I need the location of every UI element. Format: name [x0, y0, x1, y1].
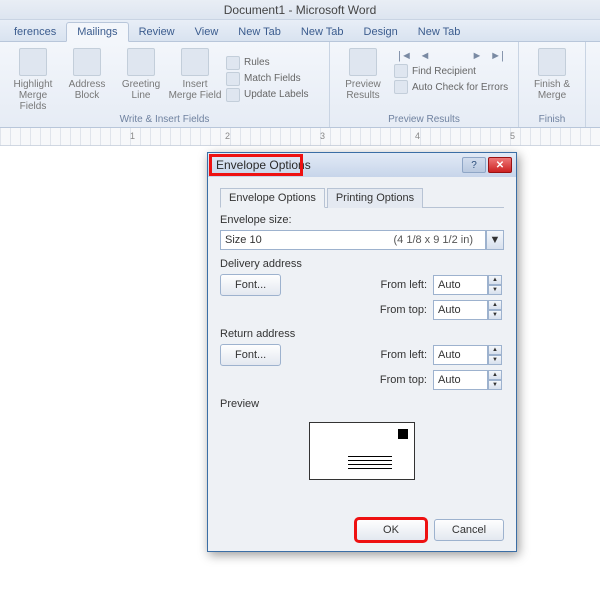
- check-icon: [394, 80, 408, 94]
- record-nav[interactable]: |◄◄►►|: [390, 44, 512, 62]
- address-block-button[interactable]: Address Block: [60, 44, 114, 113]
- return-from-top-label: From top:: [377, 374, 433, 386]
- delivery-from-top-input[interactable]: Auto: [433, 300, 488, 320]
- finish-merge-button[interactable]: Finish & Merge: [525, 44, 579, 113]
- dialog-help-button[interactable]: ?: [462, 157, 486, 173]
- rules-icon: [226, 56, 240, 70]
- match-fields-button[interactable]: Match Fields: [226, 72, 309, 86]
- tab-envelope-options[interactable]: Envelope Options: [220, 188, 325, 208]
- return-from-top-spinner[interactable]: ▲▼: [488, 370, 502, 390]
- return-from-left-label: From left:: [377, 349, 433, 361]
- envelope-size-combo[interactable]: Size 10(4 1/8 x 9 1/2 in) ▼: [220, 230, 504, 250]
- delivery-address-label: Delivery address: [220, 258, 504, 270]
- return-address-label: Return address: [220, 328, 504, 340]
- return-from-left-input[interactable]: Auto: [433, 345, 488, 365]
- delivery-from-left-input[interactable]: Auto: [433, 275, 488, 295]
- delivery-from-left-spinner[interactable]: ▲▼: [488, 275, 502, 295]
- preview-icon: [349, 48, 377, 76]
- tab-newtab-2[interactable]: New Tab: [291, 23, 354, 41]
- preview-results-button[interactable]: Preview Results: [336, 44, 390, 113]
- delivery-font-button[interactable]: Font...: [220, 274, 281, 296]
- insert-field-icon: [181, 48, 209, 76]
- envelope-size-label: Envelope size:: [220, 214, 504, 226]
- tab-view[interactable]: View: [185, 23, 229, 41]
- tab-newtab-1[interactable]: New Tab: [228, 23, 291, 41]
- greeting-icon: [127, 48, 155, 76]
- dialog-close-button[interactable]: ✕: [488, 157, 512, 173]
- group-label-finish: Finish: [525, 113, 579, 127]
- tab-design[interactable]: Design: [354, 23, 408, 41]
- cancel-button[interactable]: Cancel: [434, 519, 504, 541]
- tab-review[interactable]: Review: [129, 23, 185, 41]
- preview-label: Preview: [220, 398, 504, 410]
- app-titlebar: Document1 - Microsoft Word: [0, 0, 600, 20]
- find-icon: [394, 64, 408, 78]
- chevron-down-icon[interactable]: ▼: [486, 230, 504, 250]
- envelope-preview: [309, 422, 415, 480]
- update-labels-button[interactable]: Update Labels: [226, 88, 309, 102]
- delivery-from-left-label: From left:: [377, 279, 433, 291]
- match-icon: [226, 72, 240, 86]
- finish-icon: [538, 48, 566, 76]
- tab-mailings[interactable]: Mailings: [66, 22, 128, 42]
- tab-references[interactable]: ferences: [4, 23, 66, 41]
- return-font-button[interactable]: Font...: [220, 344, 281, 366]
- highlight-merge-fields-button[interactable]: Highlight Merge Fields: [6, 44, 60, 113]
- auto-check-errors-button[interactable]: Auto Check for Errors: [394, 80, 512, 94]
- return-from-top-input[interactable]: Auto: [433, 370, 488, 390]
- greeting-line-button[interactable]: Greeting Line: [114, 44, 168, 113]
- group-label-write-insert: Write & Insert Fields: [6, 113, 323, 127]
- address-icon: [73, 48, 101, 76]
- update-icon: [226, 88, 240, 102]
- horizontal-ruler: 1 2 3 4 5: [0, 128, 600, 146]
- delivery-from-top-label: From top:: [377, 304, 433, 316]
- ok-button[interactable]: OK: [356, 519, 426, 541]
- dialog-title-text: Envelope Options: [216, 158, 460, 172]
- ribbon-tabs: ferences Mailings Review View New Tab Ne…: [0, 20, 600, 42]
- tab-printing-options[interactable]: Printing Options: [327, 188, 423, 208]
- stamp-icon: [398, 429, 408, 439]
- delivery-from-top-spinner[interactable]: ▲▼: [488, 300, 502, 320]
- group-label-preview: Preview Results: [336, 113, 512, 127]
- return-from-left-spinner[interactable]: ▲▼: [488, 345, 502, 365]
- insert-merge-field-button[interactable]: Insert Merge Field: [168, 44, 222, 113]
- dialog-titlebar[interactable]: Envelope Options ? ✕: [208, 153, 516, 177]
- rules-button[interactable]: Rules: [226, 56, 309, 70]
- envelope-options-dialog: Envelope Options ? ✕ Envelope Options Pr…: [207, 152, 517, 552]
- tab-newtab-3[interactable]: New Tab: [408, 23, 471, 41]
- find-recipient-button[interactable]: Find Recipient: [394, 64, 512, 78]
- highlight-icon: [19, 48, 47, 76]
- ribbon: Highlight Merge Fields Address Block Gre…: [0, 42, 600, 128]
